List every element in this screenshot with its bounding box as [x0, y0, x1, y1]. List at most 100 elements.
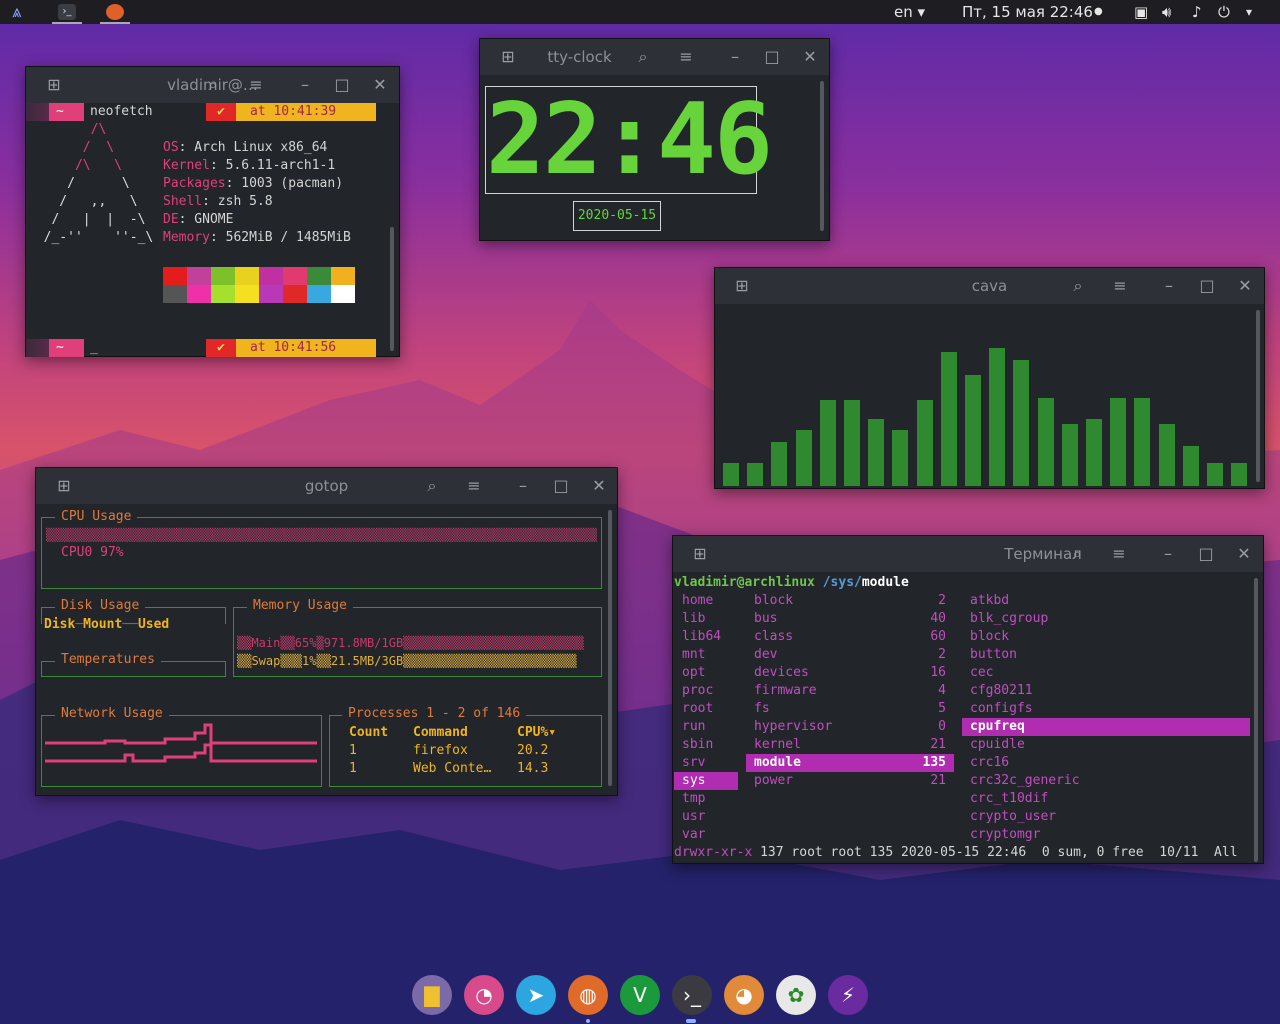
vim-icon[interactable]: V: [620, 975, 660, 1015]
directory-entry[interactable]: dev 2: [746, 646, 954, 664]
preview-entry[interactable]: block: [962, 628, 1250, 646]
info-line: DE: GNOME: [163, 212, 234, 227]
close-icon[interactable]: ✕: [370, 75, 390, 95]
directory-entry[interactable]: usr: [674, 808, 738, 826]
directory-entry[interactable]: block 2: [746, 592, 954, 610]
preview-entry[interactable]: cpufreq: [962, 718, 1250, 736]
taskbar-terminal[interactable]: ›_: [52, 0, 82, 24]
activities-icon[interactable]: ⩓: [12, 0, 22, 24]
directory-entry[interactable]: root: [674, 700, 738, 718]
new-tab-icon[interactable]: ⊞: [690, 544, 710, 564]
maximize-icon[interactable]: □: [1197, 276, 1217, 296]
preview-entry[interactable]: crc_t10dif: [962, 790, 1250, 808]
menu-icon[interactable]: ≡: [676, 47, 696, 67]
power-icon[interactable]: ⏻: [1218, 0, 1230, 24]
preview-entry[interactable]: button: [962, 646, 1250, 664]
scrollbar[interactable]: [1254, 578, 1258, 862]
search-icon[interactable]: ⌕: [422, 476, 442, 496]
minimize-icon[interactable]: –: [513, 476, 533, 496]
close-icon[interactable]: ✕: [1235, 276, 1255, 296]
terminal-body[interactable]: ~ neofetch ✔ at 10:41:39 /\ / \ /\ \ / \…: [26, 103, 399, 357]
directory-entry[interactable]: power 21: [746, 772, 954, 790]
close-icon[interactable]: ✕: [800, 47, 820, 67]
microphone-icon[interactable]: ♪: [1192, 0, 1202, 24]
proc-col-cpu[interactable]: CPU%▾: [517, 724, 556, 742]
extensions-icon[interactable]: ✿: [776, 975, 816, 1015]
preview-entry[interactable]: cpuidle: [962, 736, 1250, 754]
search-icon[interactable]: ⌕: [1068, 276, 1088, 296]
ascii-art-line: /_-'' ''-_\: [28, 230, 154, 245]
directory-entry[interactable]: home: [674, 592, 738, 610]
preview-entry[interactable]: crypto_user: [962, 808, 1250, 826]
preview-entry[interactable]: blk_cgroup: [962, 610, 1250, 628]
menu-icon[interactable]: ≡: [1110, 276, 1130, 296]
minimize-icon[interactable]: –: [295, 75, 315, 95]
directory-entry[interactable]: hypervisor 0: [746, 718, 954, 736]
scrollbar[interactable]: [1256, 310, 1260, 482]
menu-icon[interactable]: ≡: [464, 476, 484, 496]
directory-entry[interactable]: sys: [674, 772, 738, 790]
directory-entry[interactable]: opt: [674, 664, 738, 682]
maximize-icon[interactable]: □: [762, 47, 782, 67]
preview-entry[interactable]: cfg80211: [962, 682, 1250, 700]
clock[interactable]: Пт, 15 мая 22:46: [962, 0, 1093, 24]
taskbar-firefox[interactable]: [100, 0, 130, 24]
proc-col-command[interactable]: Command: [413, 724, 468, 742]
firefox-icon[interactable]: ◍: [568, 975, 608, 1015]
directory-entry[interactable]: mnt: [674, 646, 738, 664]
scrollbar[interactable]: [390, 227, 394, 351]
minimize-icon[interactable]: –: [725, 47, 745, 67]
proc-col-count[interactable]: Count: [349, 724, 388, 742]
minimize-icon[interactable]: –: [1159, 276, 1179, 296]
close-icon[interactable]: ✕: [1234, 544, 1254, 564]
close-icon[interactable]: ✕: [589, 476, 609, 496]
directory-entry[interactable]: proc: [674, 682, 738, 700]
polo-icon[interactable]: ⚡: [828, 975, 868, 1015]
directory-entry[interactable]: module 135: [746, 754, 954, 772]
directory-entry[interactable]: tmp: [674, 790, 738, 808]
search-icon[interactable]: ⌕: [203, 75, 223, 95]
minimize-icon[interactable]: –: [1158, 544, 1178, 564]
search-icon[interactable]: ⌕: [1067, 544, 1087, 564]
directory-entry[interactable]: devices 16: [746, 664, 954, 682]
language-indicator[interactable]: en ▾: [894, 0, 925, 24]
directory-entry[interactable]: firmware 4: [746, 682, 954, 700]
network-icon[interactable]: ▣: [1134, 0, 1148, 24]
search-icon[interactable]: ⌕: [633, 47, 653, 67]
preview-entry[interactable]: crc16: [962, 754, 1250, 772]
directory-entry[interactable]: bus 40: [746, 610, 954, 628]
directory-entry[interactable]: class 60: [746, 628, 954, 646]
preview-entry[interactable]: atkbd: [962, 592, 1250, 610]
scrollbar[interactable]: [608, 510, 612, 786]
scrollbar[interactable]: [820, 81, 824, 231]
preview-entry[interactable]: cec: [962, 664, 1250, 682]
volume-icon[interactable]: 🔊︎: [1162, 0, 1171, 24]
maximize-icon[interactable]: □: [551, 476, 571, 496]
directory-entry[interactable]: lib64: [674, 628, 738, 646]
menu-icon[interactable]: ≡: [1109, 544, 1129, 564]
menu-icon[interactable]: ≡: [246, 75, 266, 95]
directory-entry[interactable]: lib: [674, 610, 738, 628]
preview-entry[interactable]: crc32c_generic: [962, 772, 1250, 790]
check-icon: ✔: [206, 339, 236, 357]
terminal-icon[interactable]: ›_: [672, 975, 712, 1015]
maximize-icon[interactable]: □: [1196, 544, 1216, 564]
terminal-body[interactable]: [715, 304, 1264, 488]
files-icon[interactable]: ▇: [412, 975, 452, 1015]
directory-entry[interactable]: fs 5: [746, 700, 954, 718]
directory-entry[interactable]: run: [674, 718, 738, 736]
preview-entry[interactable]: cryptomgr: [962, 826, 1250, 844]
telegram-icon[interactable]: ➤: [516, 975, 556, 1015]
directory-entry[interactable]: kernel 21: [746, 736, 954, 754]
system-menu-chevron-icon[interactable]: ▾: [1246, 0, 1252, 24]
directory-entry[interactable]: sbin: [674, 736, 738, 754]
gimp-icon[interactable]: ◕: [724, 975, 764, 1015]
directory-entry[interactable]: var: [674, 826, 738, 844]
terminal-body[interactable]: vladimir@archlinux /sys/module home lib li…: [673, 572, 1263, 863]
maximize-icon[interactable]: □: [332, 75, 352, 95]
directory-entry[interactable]: srv: [674, 754, 738, 772]
preview-entry[interactable]: configfs: [962, 700, 1250, 718]
anydesk-icon[interactable]: ◔: [464, 975, 504, 1015]
palette-swatch: [259, 267, 283, 285]
terminal-body[interactable]: 22:46 2020-05-15: [480, 75, 829, 240]
